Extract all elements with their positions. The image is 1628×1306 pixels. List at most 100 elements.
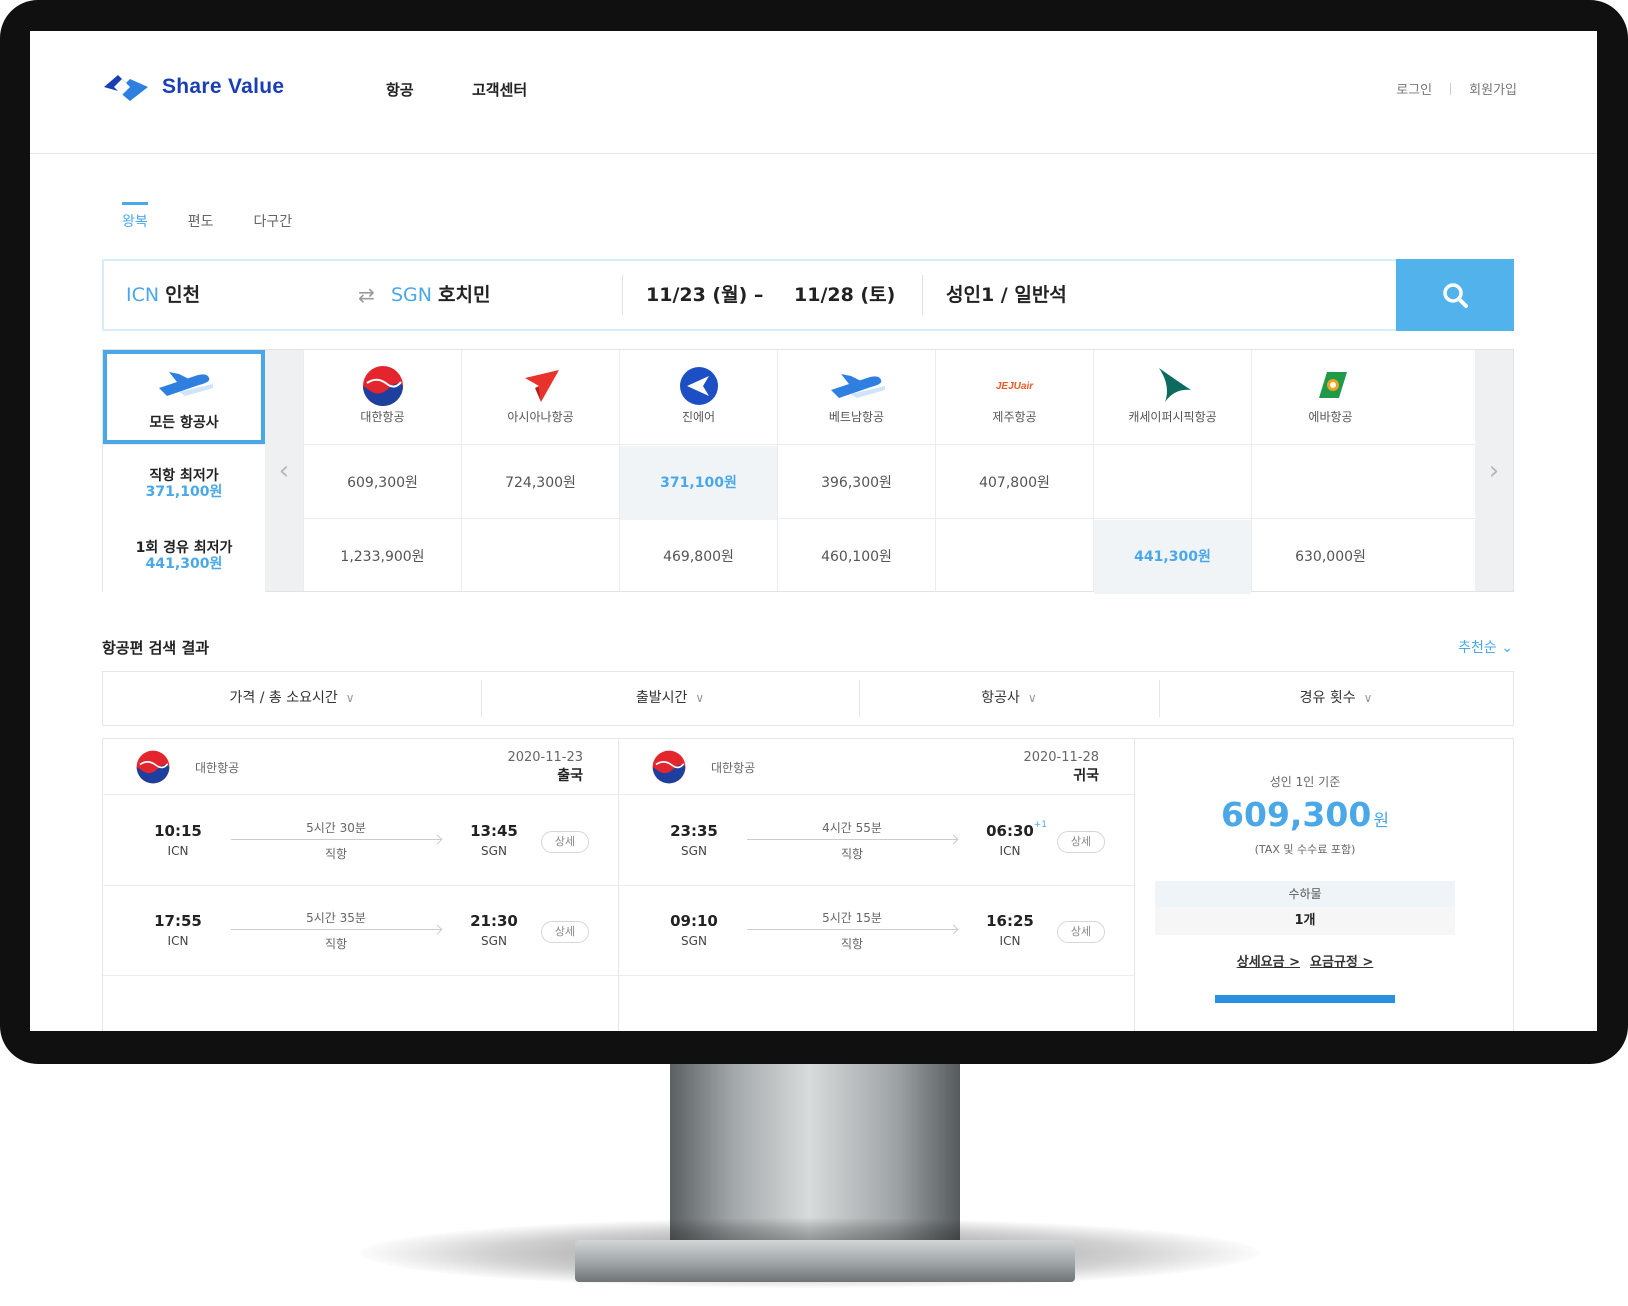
baggage-value: 1개 xyxy=(1155,907,1455,935)
leg-airline: 대한항공 xyxy=(711,761,756,775)
one-stop-min-price: 441,300원 xyxy=(145,556,223,572)
detail-button[interactable]: 상세 xyxy=(1057,831,1105,853)
leg-airline: 대한항공 xyxy=(195,761,240,775)
all-airlines-filter[interactable]: 모든 항공사 xyxy=(103,350,265,444)
divider xyxy=(1450,82,1452,95)
stops: 직항 xyxy=(840,937,864,951)
departure-time: 17:55 xyxy=(154,912,202,930)
airline-column-jinair[interactable]: 진에어 371,100원 469,800원 xyxy=(619,350,777,591)
results-title: 항공편 검색 결과 xyxy=(102,639,210,657)
airline-column-jejuair[interactable]: JEJUair 제주항공 407,800원 xyxy=(935,350,1093,591)
origin-field[interactable]: ICN 인천 xyxy=(126,261,200,329)
direct-price-cell[interactable]: 407,800원 xyxy=(936,446,1093,520)
flight-option[interactable]: 10:15 ICN 5시간 30분 직항 13:45 SGN 상세 xyxy=(103,795,618,886)
route-arrow-icon xyxy=(231,839,441,840)
flight-search-bar: ICN 인천 ⇄ SGN 호치민 11/23 (월) – 11/28 (토) 성인1… xyxy=(102,259,1514,331)
departure-airport: SGN xyxy=(681,844,707,858)
leg-date-block: 2020-11-28 귀국 xyxy=(1023,749,1099,785)
direct-price-cell[interactable]: 724,300원 xyxy=(462,446,619,520)
airline-column-eva-air[interactable]: 에바항공 630,000원 xyxy=(1251,350,1409,591)
search-button[interactable] xyxy=(1396,259,1514,331)
airline-column-asiana[interactable]: 아시아나항공 724,300원 xyxy=(461,350,619,591)
destination-code: SGN xyxy=(391,284,432,306)
one-stop-price-cell[interactable]: 460,100원 xyxy=(778,520,935,594)
destination-field[interactable]: SGN 호치민 xyxy=(391,261,490,329)
login-link[interactable]: 로그인 xyxy=(1396,79,1432,98)
one-stop-price-cell[interactable]: 441,300원 xyxy=(1094,520,1251,594)
route-arrow-icon xyxy=(231,929,441,930)
one-stop-price-cell[interactable]: 630,000원 xyxy=(1252,520,1409,594)
direct-price-cell[interactable]: 396,300원 xyxy=(778,446,935,520)
eva-air-icon xyxy=(1318,372,1347,398)
airline-column-cathay-pacific[interactable]: 캐세이퍼시픽항공 441,300원 xyxy=(1093,350,1251,594)
airline-column-korean-air[interactable]: 대한항공 609,300원 1,233,900원 xyxy=(303,350,461,591)
route-arrow-icon xyxy=(747,839,957,840)
leg-date: 2020-11-23 xyxy=(507,750,583,765)
brand-logo[interactable]: Share Value xyxy=(100,69,284,105)
one-stop-price-cell[interactable]: 469,800원 xyxy=(620,520,777,594)
filter-price-duration[interactable]: 가격 / 총 소요시간 ∨ xyxy=(103,672,481,725)
departure-airport: SGN xyxy=(681,934,707,948)
direct-price-cell[interactable] xyxy=(1252,446,1409,520)
departure: 09:10 SGN xyxy=(659,911,729,951)
tab-multi-city[interactable]: 다구간 xyxy=(254,211,293,239)
filter-departure-time[interactable]: 출발시간 ∨ xyxy=(481,672,859,725)
one-stop-price-cell[interactable] xyxy=(462,520,619,594)
signup-link[interactable]: 회원가입 xyxy=(1469,79,1517,98)
airline-logo: JEJUair xyxy=(936,364,1093,408)
airline-logo xyxy=(620,364,777,408)
depart-date-field[interactable]: 11/23 (월) – xyxy=(646,261,763,329)
direct-price-cell[interactable] xyxy=(1094,446,1251,520)
sort-dropdown[interactable]: 추천순 ⌄ xyxy=(1458,637,1513,657)
airline-name: 제주항공 xyxy=(992,410,1037,424)
detail-button[interactable]: 상세 xyxy=(541,831,589,853)
direct-min-label: 직항 최저가 371,100원 xyxy=(103,446,265,520)
price-panel: 성인 1인 기준 609,300 원 (TAX 및 수수료 포함) 수하물 1개 … xyxy=(1137,739,1513,1031)
matrix-prev-button[interactable]: ‹ xyxy=(265,350,303,591)
flight-option[interactable]: 17:55 ICN 5시간 35분 직항 21:30 SGN 상세 xyxy=(103,885,618,976)
chevron-left-icon: ‹ xyxy=(278,455,290,486)
swap-icon[interactable]: ⇄ xyxy=(358,283,375,307)
chevron-right-icon: › xyxy=(1488,455,1500,486)
airline-name: 진에어 xyxy=(681,410,716,424)
select-button[interactable] xyxy=(1215,995,1395,1003)
direct-price-cell[interactable]: 371,100원 xyxy=(620,446,777,520)
matrix-next-button[interactable]: › xyxy=(1475,350,1513,591)
tab-one-way[interactable]: 편도 xyxy=(188,211,214,239)
filter-stops[interactable]: 경유 횟수 ∨ xyxy=(1159,672,1513,725)
nav-flights[interactable]: 항공 xyxy=(386,79,414,100)
one-stop-price-cell[interactable] xyxy=(936,520,1093,594)
filter-airline[interactable]: 항공사 ∨ xyxy=(859,672,1159,725)
departure-airport: ICN xyxy=(167,844,189,858)
tax-note: (TAX 및 수수료 포함) xyxy=(1254,843,1356,856)
price-currency: 원 xyxy=(1373,811,1389,831)
nav-customer-center[interactable]: 고객센터 xyxy=(472,79,527,100)
flight-option[interactable]: 09:10 SGN 5시간 15분 직항 16:25 ICN 상세 xyxy=(619,885,1134,976)
trip-type-tabs: 왕복 편도 다구간 xyxy=(122,202,293,239)
filter-label: 가격 / 총 소요시간 xyxy=(229,690,338,706)
flight-option[interactable]: 23:35 SGN 4시간 55분 직항 06:30 +1 ICN 상세 xyxy=(619,795,1134,886)
departure: 17:55 ICN xyxy=(143,911,213,951)
screen: Share Value 항공 고객센터 로그인 회원가입 왕복 편도 다구간 I… xyxy=(30,31,1597,1031)
arrival: 06:30 +1 ICN xyxy=(975,820,1047,861)
detail-button[interactable]: 상세 xyxy=(541,921,589,943)
airline-column-vietnam-airlines[interactable]: 베트남항공 396,300원 460,100원 xyxy=(777,350,935,591)
vietnam-airlines-icon xyxy=(830,374,885,398)
chevron-down-icon: ∨ xyxy=(1363,691,1373,705)
detail-button[interactable]: 상세 xyxy=(1057,921,1105,943)
return-date-field[interactable]: 11/28 (토) xyxy=(794,261,895,329)
cathay-pacific-icon xyxy=(1158,368,1191,402)
one-stop-price-cell[interactable]: 1,233,900원 xyxy=(304,520,461,594)
direct-price-cell[interactable]: 609,300원 xyxy=(304,446,461,520)
airline-logo xyxy=(1094,364,1251,408)
divider xyxy=(622,275,623,315)
filter-label: 항공사 xyxy=(981,690,1020,706)
baggage-label: 수하물 xyxy=(1155,881,1455,907)
airline-logo xyxy=(304,364,461,408)
airline-price-matrix: 모든 항공사 직항 최저가 371,100원 1회 경유 최저가 441,300… xyxy=(102,349,1514,594)
passenger-field[interactable]: 성인1 / 일반석 xyxy=(946,261,1067,329)
tab-round-trip[interactable]: 왕복 xyxy=(122,202,148,239)
fare-detail-link[interactable]: 상세요금 > xyxy=(1237,955,1300,970)
fare-rules-link[interactable]: 요금규정 > xyxy=(1310,955,1373,970)
duration: 5시간 15분 xyxy=(822,911,882,925)
